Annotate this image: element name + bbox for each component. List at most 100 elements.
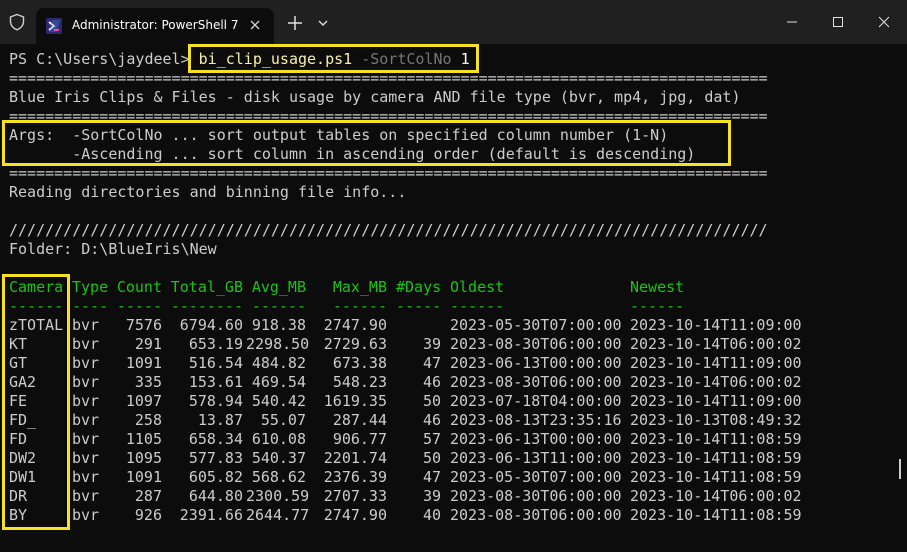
table-row-type: bvr	[72, 487, 100, 505]
table-row-count: 258	[134, 411, 162, 429]
header-avg-mb: Avg_MB	[251, 278, 306, 296]
table-row-avg-mb: 918.38	[251, 316, 306, 334]
table-row-type: bvr	[72, 468, 100, 486]
table-row-newest: 2023-10-14T11:08:59	[630, 468, 802, 486]
table-row-newest: 2023-10-14T11:08:59	[630, 506, 802, 524]
table-row-total-gb: 605.82	[188, 468, 243, 486]
new-tab-icon[interactable]	[285, 13, 305, 33]
table-row-days: 50	[422, 392, 441, 410]
table-row-count: 1097	[125, 392, 162, 410]
table-row-type: bvr	[72, 430, 100, 448]
shield-icon	[9, 13, 25, 31]
report-title: Blue Iris Clips & Files - disk usage by …	[9, 88, 741, 106]
table-row-days: 46	[422, 411, 441, 429]
table-row-count: 1105	[125, 430, 162, 448]
table-row-oldest: 2023-08-30T06:00:00	[450, 373, 622, 391]
table-row-oldest: 2023-05-30T07:00:00	[450, 468, 622, 486]
table-row-type: bvr	[72, 449, 100, 467]
results-table: Camera Type Count Total_GB Avg_MB Max_MB #Days…	[0, 278, 907, 528]
table-row-avg-mb: 540.37	[251, 449, 306, 467]
table-row-max-mb: 673.38	[332, 354, 387, 372]
header-underline-avg-mb: ------	[251, 297, 306, 315]
table-row-total-gb: 2391.66	[179, 506, 243, 524]
chevron-down-icon[interactable]	[314, 14, 332, 32]
table-row-avg-mb: 540.42	[251, 392, 306, 410]
table-row-max-mb: 2747.90	[323, 506, 387, 524]
table-row-avg-mb: 2300.59	[246, 487, 310, 505]
table-row-days: 47	[422, 468, 441, 486]
maximize-button[interactable]	[815, 0, 861, 44]
table-row-newest: 2023-10-14T11:09:00	[630, 316, 802, 334]
table-row-days: 40	[422, 506, 441, 524]
table-row-newest: 2023-10-14T06:00:02	[630, 335, 802, 353]
close-tab-icon[interactable]	[246, 16, 264, 34]
table-row-type: bvr	[72, 335, 100, 353]
status-line: Reading directories and binning file inf…	[9, 183, 407, 201]
header-underline-total-gb: --------	[170, 297, 243, 315]
close-icon	[878, 16, 890, 28]
table-row-total-gb: 6794.60	[179, 316, 243, 334]
maximize-icon	[833, 17, 843, 27]
table-row-avg-mb: 469.54	[251, 373, 306, 391]
separator-line: ////////////////////////////////////////…	[9, 221, 768, 239]
minimize-button[interactable]	[769, 0, 815, 44]
table-row-max-mb: 2729.63	[323, 335, 387, 353]
args-highlight	[2, 120, 731, 166]
table-row-max-mb: 2707.33	[323, 487, 387, 505]
table-row-days: 47	[422, 354, 441, 372]
table-row-avg-mb: 2644.77	[246, 506, 310, 524]
header-underline-oldest: ------	[450, 297, 505, 315]
terminal-area[interactable]: PS C:\Users\jaydeel> bi_clip_usage.ps1 -…	[0, 44, 907, 552]
table-row-newest: 2023-10-14T06:00:02	[630, 373, 802, 391]
text-cursor	[899, 459, 901, 479]
table-row-max-mb: 287.44	[332, 411, 387, 429]
table-row-newest: 2023-10-14T11:09:00	[630, 354, 802, 372]
header-underline-max-mb: ------	[332, 297, 387, 315]
header-days: #Days	[396, 278, 442, 296]
table-row-total-gb: 153.61	[188, 373, 243, 391]
table-row-total-gb: 578.94	[188, 392, 243, 410]
table-row-type: bvr	[72, 411, 100, 429]
header-count: Count	[116, 278, 162, 296]
table-row-newest: 2023-10-13T08:49:32	[630, 411, 802, 429]
prompt: PS C:\Users\jaydeel>	[9, 50, 190, 68]
table-row-oldest: 2023-06-13T00:00:00	[450, 354, 622, 372]
table-row-oldest: 2023-08-30T06:00:00	[450, 335, 622, 353]
close-window-button[interactable]	[861, 0, 907, 44]
table-row-avg-mb: 484.82	[251, 354, 306, 372]
command-highlight	[188, 44, 479, 73]
table-row-avg-mb: 2298.50	[246, 335, 310, 353]
table-row-oldest: 2023-08-30T06:00:00	[450, 506, 622, 524]
table-row-count: 1091	[125, 468, 162, 486]
table-row-count: 926	[134, 506, 162, 524]
table-row-oldest: 2023-08-13T23:35:16	[450, 411, 622, 429]
table-row-newest: 2023-10-14T06:00:02	[630, 487, 802, 505]
tab-title: Administrator: PowerShell 7	[72, 18, 239, 32]
table-row-days: 57	[422, 430, 441, 448]
title-bar: Administrator: PowerShell 7	[0, 0, 907, 44]
table-row-count: 287	[134, 487, 162, 505]
table-row-count: 291	[134, 335, 162, 353]
powershell-icon	[46, 18, 62, 34]
table-row-max-mb: 2201.74	[323, 449, 387, 467]
table-row-avg-mb: 568.62	[251, 468, 306, 486]
header-newest: Newest	[630, 278, 685, 296]
table-row-total-gb: 577.83	[188, 449, 243, 467]
table-row-newest: 2023-10-14T11:08:59	[630, 430, 802, 448]
table-row-count: 1091	[125, 354, 162, 372]
table-row-total-gb: 644.80	[188, 487, 243, 505]
table-row-max-mb: 2376.39	[323, 468, 387, 486]
table-row-max-mb: 548.23	[332, 373, 387, 391]
table-row-count: 335	[134, 373, 162, 391]
table-row-oldest: 2023-05-30T07:00:00	[450, 316, 622, 334]
table-row-avg-mb: 610.08	[251, 430, 306, 448]
rule-line: ========================================…	[9, 164, 768, 182]
header-underline-count: -----	[116, 297, 162, 315]
table-row-total-gb: 653.19	[188, 335, 243, 353]
table-row-type: bvr	[72, 354, 100, 372]
table-row-count: 7576	[125, 316, 162, 334]
table-row-max-mb: 906.77	[332, 430, 387, 448]
table-row-days: 46	[422, 373, 441, 391]
table-row-newest: 2023-10-14T11:09:00	[630, 392, 802, 410]
tab-powershell[interactable]: Administrator: PowerShell 7	[36, 8, 274, 44]
